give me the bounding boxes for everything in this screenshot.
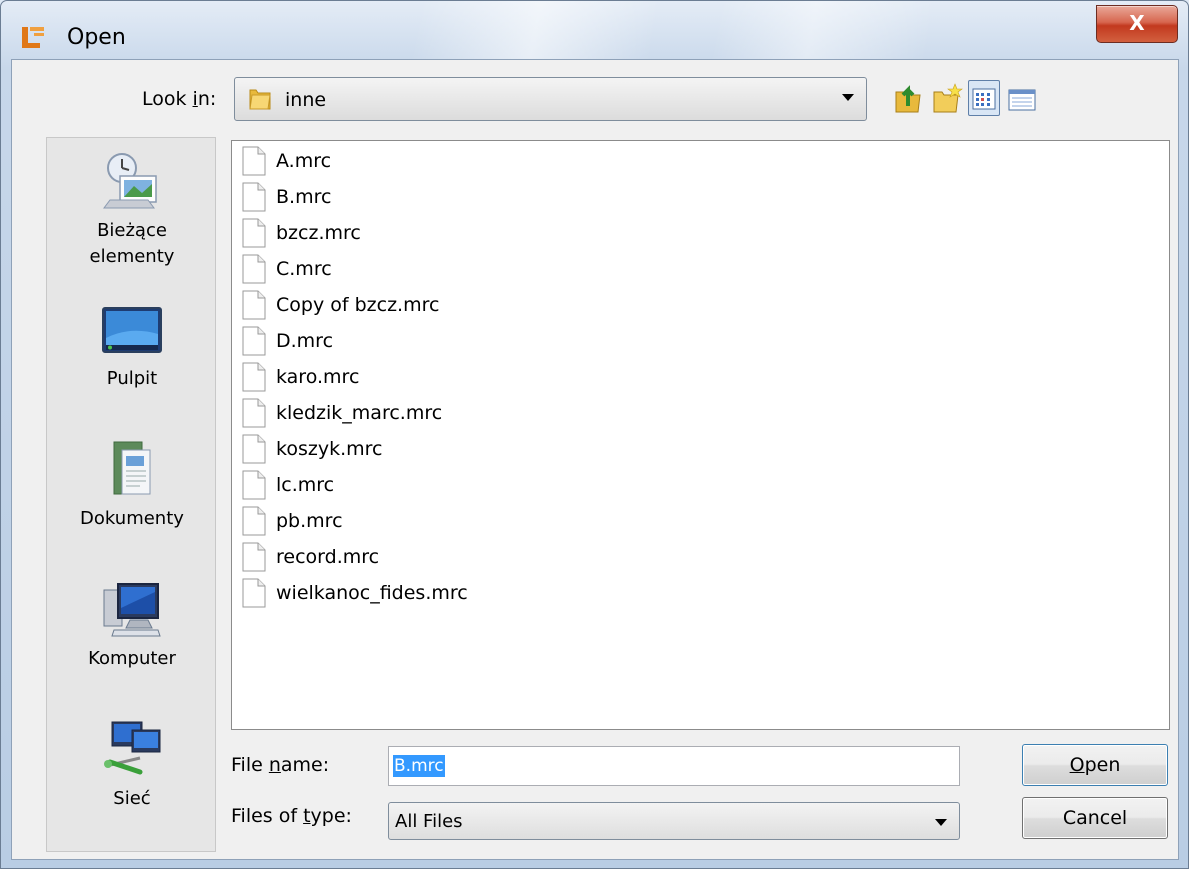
new-folder-icon (933, 83, 963, 113)
file-icon (242, 542, 266, 572)
file-name-value: B.mrc (393, 755, 445, 777)
file-name: D.mrc (276, 330, 334, 352)
computer-icon (103, 583, 161, 637)
documents-icon (113, 441, 151, 495)
app-icon (22, 27, 44, 48)
file-item[interactable]: pb.mrc (242, 503, 343, 539)
file-item[interactable]: karo.mrc (242, 359, 359, 395)
network-icon (104, 721, 161, 775)
up-folder-icon (895, 85, 921, 113)
file-list[interactable]: A.mrc B.mrc bzcz.mrc C.mrc Copy of bzcz.… (231, 140, 1170, 730)
chevron-down-icon[interactable] (842, 94, 854, 101)
places-bar: Bieżące elementy Pulpit Dokumenty Komput… (46, 137, 216, 852)
files-of-type-label: Files of type: (231, 805, 352, 827)
close-button[interactable]: X (1096, 5, 1178, 43)
up-one-level-button[interactable] (892, 80, 924, 116)
file-icon (242, 326, 266, 356)
file-icon (242, 578, 266, 608)
file-name-label: File name: (231, 754, 330, 776)
file-item[interactable]: Copy of bzcz.mrc (242, 287, 439, 323)
folder-icon (249, 89, 271, 110)
file-item[interactable]: bzcz.mrc (242, 215, 361, 251)
cancel-button[interactable]: Cancel (1022, 797, 1168, 839)
details-view-button[interactable] (1006, 80, 1038, 116)
file-icon (242, 218, 266, 248)
file-name-input[interactable]: B.mrc (388, 746, 960, 786)
file-name: record.mrc (276, 546, 380, 568)
dialog-client-area: Look in: inne Bieżące elementy Pulpit Do… (11, 59, 1179, 860)
file-name: pb.mrc (276, 510, 343, 532)
place-label: Sieć (113, 788, 151, 809)
file-name: bzcz.mrc (276, 222, 361, 244)
list-view-icon (972, 88, 996, 110)
file-icon (242, 182, 266, 212)
file-name: lc.mrc (276, 474, 335, 496)
file-icon (242, 290, 266, 320)
files-of-type-combobox[interactable]: All Files (388, 802, 960, 840)
place-computer[interactable]: Komputer (47, 578, 217, 672)
open-dialog: Open X Look in: inne Bieżące elementy Pu… (0, 0, 1189, 869)
file-icon (242, 146, 266, 176)
file-icon (242, 398, 266, 428)
file-name: A.mrc (276, 150, 332, 172)
file-name: Copy of bzcz.mrc (276, 294, 440, 316)
desktop-icon (102, 307, 162, 353)
open-button[interactable]: Open (1022, 744, 1168, 786)
new-folder-button[interactable] (931, 80, 963, 116)
file-icon (242, 362, 266, 392)
look-in-value: inne (285, 89, 327, 111)
file-item[interactable]: lc.mrc (242, 467, 334, 503)
file-icon (242, 470, 266, 500)
file-item[interactable]: record.mrc (242, 539, 379, 575)
place-recent-items[interactable]: Bieżące elementy (47, 150, 217, 270)
file-name: kledzik_marc.mrc (276, 402, 443, 424)
files-of-type-value: All Files (395, 811, 463, 832)
chevron-down-icon[interactable] (935, 819, 947, 826)
file-name: karo.mrc (276, 366, 360, 388)
file-item[interactable]: koszyk.mrc (242, 431, 382, 467)
file-item[interactable]: kledzik_marc.mrc (242, 395, 442, 431)
file-name: koszyk.mrc (276, 438, 383, 460)
details-view-icon (1008, 89, 1036, 111)
file-item[interactable]: C.mrc (242, 251, 332, 287)
place-label: Bieżące (97, 220, 167, 241)
file-name: wielkanoc_fides.mrc (276, 582, 468, 604)
file-item[interactable]: D.mrc (242, 323, 333, 359)
place-label: Pulpit (106, 368, 158, 389)
place-label: Komputer (88, 648, 176, 669)
file-item[interactable]: B.mrc (242, 179, 331, 215)
recent-items-icon (103, 153, 157, 209)
place-label: Dokumenty (80, 508, 184, 529)
list-view-button[interactable] (968, 80, 1000, 116)
look-in-label: Look in: (142, 88, 217, 110)
place-label: elementy (89, 246, 175, 267)
place-desktop[interactable]: Pulpit (47, 298, 217, 392)
file-icon (242, 506, 266, 536)
window-title: Open (67, 25, 126, 50)
file-item[interactable]: A.mrc (242, 143, 331, 179)
file-icon (242, 254, 266, 284)
place-network[interactable]: Sieć (47, 718, 217, 812)
file-name: C.mrc (276, 258, 332, 280)
look-in-combobox[interactable]: inne (234, 77, 867, 121)
place-documents[interactable]: Dokumenty (47, 436, 217, 532)
file-name: B.mrc (276, 186, 332, 208)
file-icon (242, 434, 266, 464)
title-bar: Open X (1, 1, 1188, 59)
file-item[interactable]: wielkanoc_fides.mrc (242, 575, 468, 611)
